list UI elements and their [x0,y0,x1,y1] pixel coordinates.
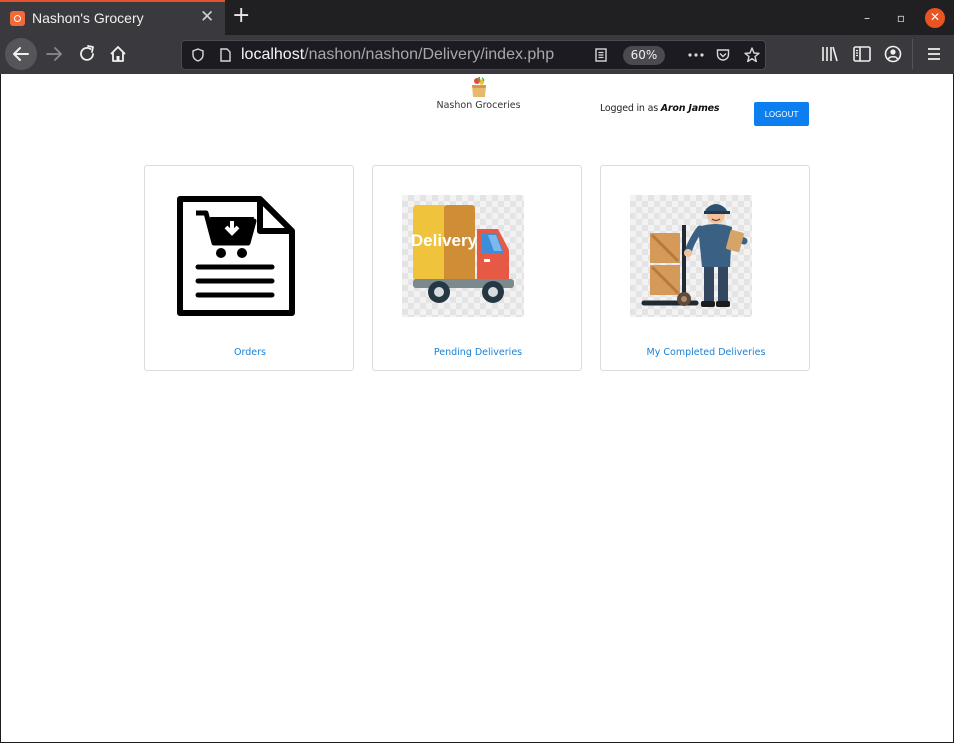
delivery-man-image [630,195,752,317]
orders-link[interactable]: Orders [145,347,355,358]
toolbar-divider [912,39,913,69]
library-icon[interactable] [819,43,841,65]
shield-icon[interactable] [190,47,206,63]
page-info-icon[interactable] [217,47,233,63]
page-viewport: Nashon Groceries Logged in as Aron James… [1,74,953,742]
xampp-favicon-icon [10,11,25,26]
new-tab-button[interactable]: + [232,4,250,28]
menu-icon[interactable] [923,43,945,65]
reload-icon[interactable] [76,43,98,65]
delivery-man-icon [641,204,748,307]
brand-name: Nashon Groceries [436,100,521,111]
cart-document-icon [177,196,295,316]
logout-button[interactable]: LOGOUT [754,102,809,126]
forward-arrow-icon[interactable] [43,43,65,65]
brand[interactable]: Nashon Groceries [421,74,536,111]
minimize-button[interactable]: – [857,8,877,28]
orders-card[interactable]: Orders [144,165,354,371]
reader-view-icon[interactable] [593,47,609,63]
pending-deliveries-card[interactable]: Delivery Pending Deliveries [372,165,582,371]
delivery-truck-icon: Delivery [411,205,514,303]
back-arrow-icon [13,47,29,61]
delivery-truck-image: Delivery [402,195,524,317]
login-status: Logged in as Aron James [600,103,720,114]
navigation-bar: localhost/nashon/nashon/Delivery/index.p… [0,35,954,74]
user-name: Aron James [660,103,720,114]
completed-deliveries-link[interactable]: My Completed Deliveries [601,347,811,358]
close-window-button[interactable]: ✕ [925,8,945,28]
delivery-text-icon: Delivery [411,231,478,250]
url-host: localhost [241,46,305,63]
back-button[interactable] [5,38,37,70]
pending-deliveries-link[interactable]: Pending Deliveries [373,347,583,358]
pocket-icon[interactable] [715,47,731,63]
completed-deliveries-card[interactable]: My Completed Deliveries [600,165,810,371]
url-text[interactable]: localhost/nashon/nashon/Delivery/index.p… [241,46,554,64]
more-actions-icon[interactable] [687,47,705,63]
sidebar-icon[interactable] [851,43,873,65]
bookmark-star-icon[interactable] [743,46,761,64]
url-path: /nashon/nashon/Delivery/index.php [304,46,555,63]
login-prefix: Logged in as [600,103,661,114]
address-bar[interactable]: localhost/nashon/nashon/Delivery/index.p… [181,40,766,70]
tab-title: Nashon's Grocery [32,10,144,26]
tab-close-icon[interactable]: ✕ [200,9,214,26]
maximize-button[interactable]: ▫ [891,8,911,28]
grocery-bag-logo-icon [471,76,486,97]
zoom-level-badge[interactable]: 60% [623,46,665,65]
account-icon[interactable] [882,43,904,65]
browser-tab[interactable]: Nashon's Grocery ✕ [0,0,225,35]
home-icon[interactable] [107,43,129,65]
title-bar: Nashon's Grocery ✕ + – ▫ ✕ [0,0,954,35]
